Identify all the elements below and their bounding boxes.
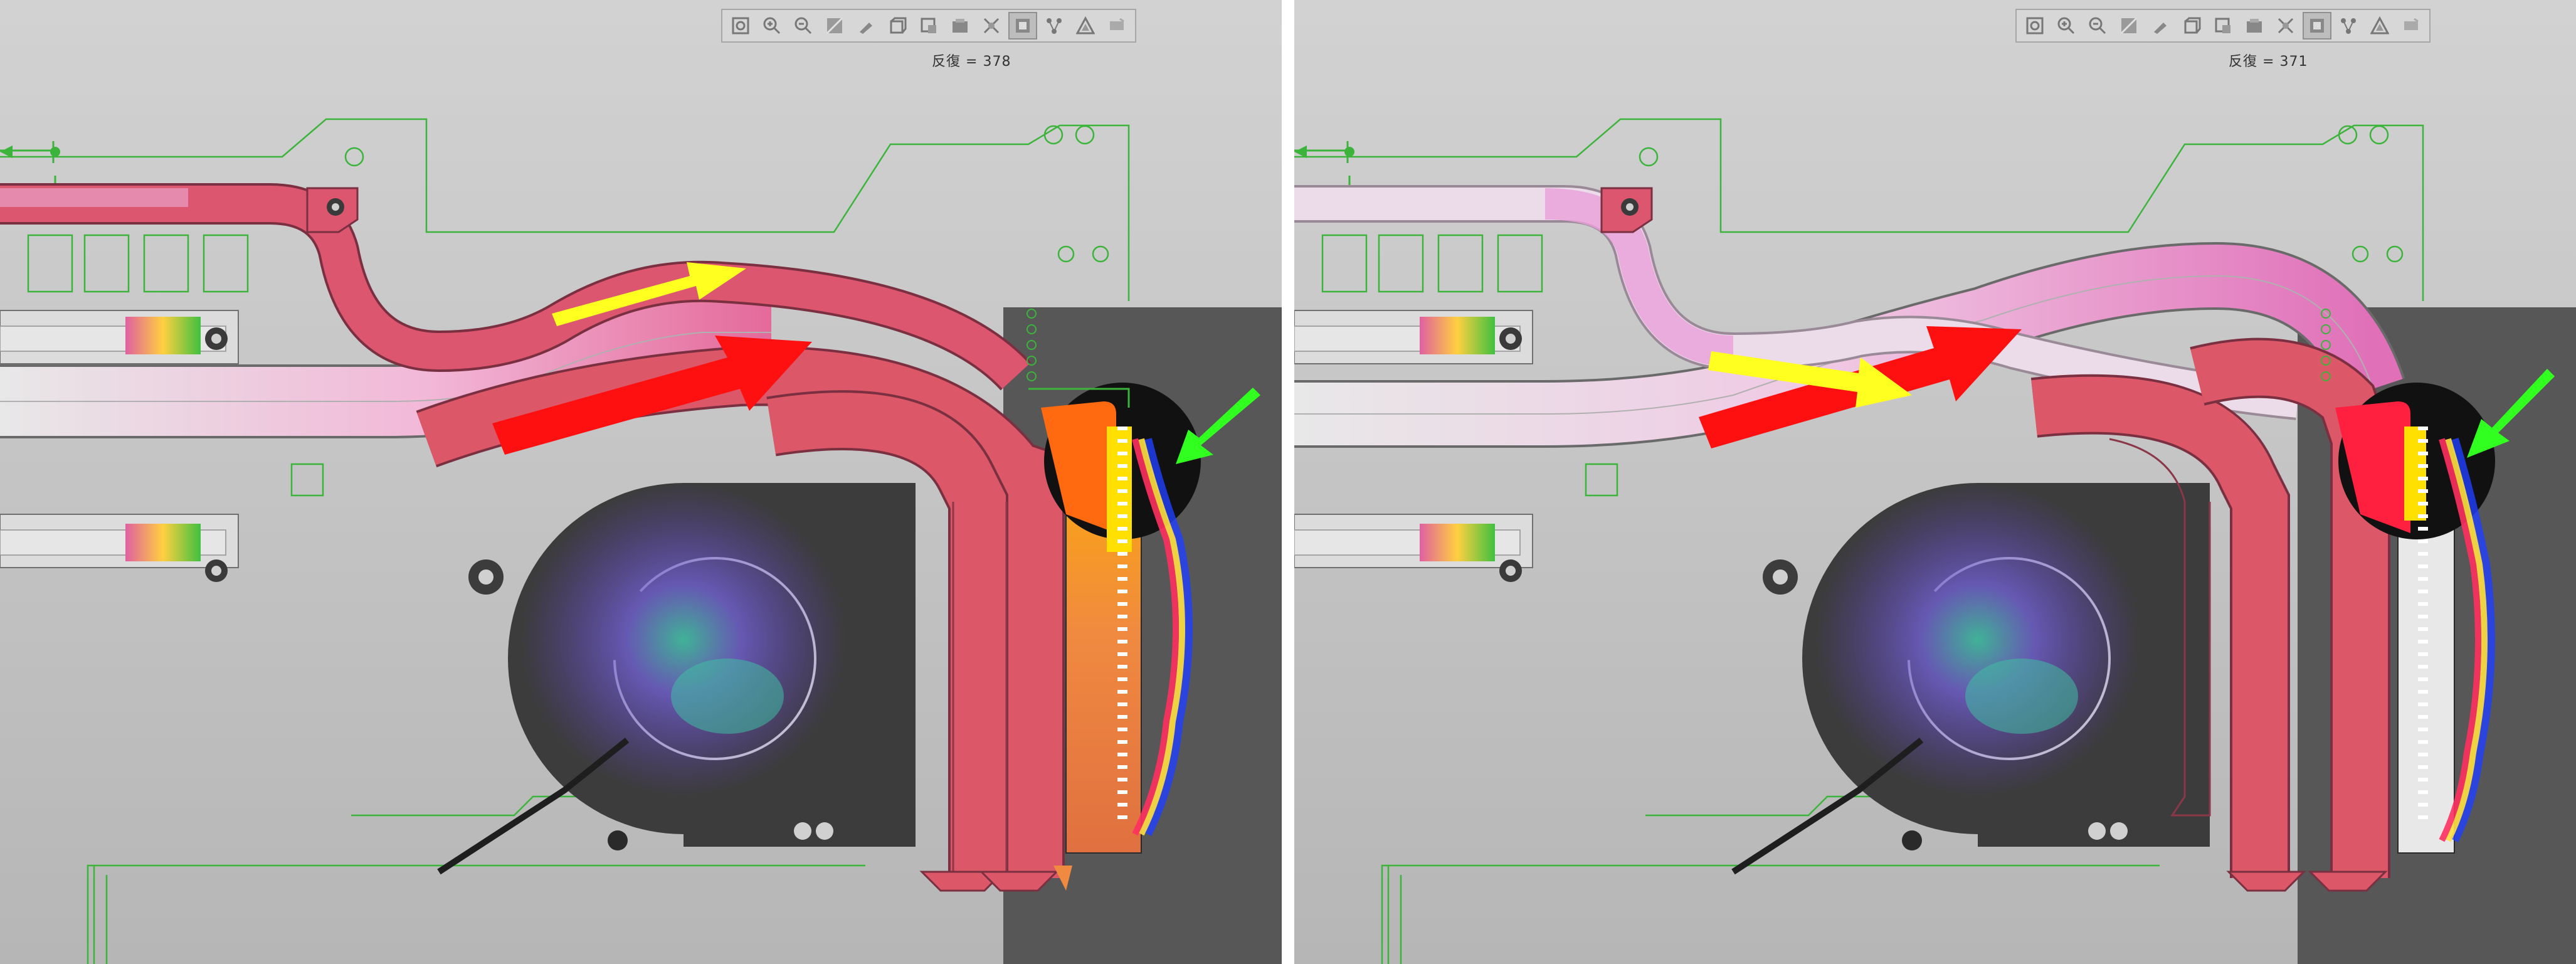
simulation-viewport-right[interactable]: 反復 = 371 [1294, 0, 2576, 964]
hide-show-icon[interactable] [977, 12, 1006, 40]
mesh-icon[interactable] [1071, 12, 1100, 40]
thermal-scene [0, 0, 1282, 964]
view-orientation-icon[interactable] [2177, 12, 2206, 40]
iteration-counter: 反復 = 371 [2229, 54, 2308, 70]
zoom-fit-icon[interactable] [2020, 12, 2049, 40]
pan-icon[interactable] [2146, 12, 2175, 40]
settings-icon[interactable] [1102, 12, 1131, 40]
section-view-icon[interactable] [914, 12, 943, 40]
display-style-icon[interactable] [2240, 12, 2269, 40]
pan-icon[interactable] [852, 12, 880, 40]
zoom-in-icon[interactable] [2052, 12, 2081, 40]
hide-show-icon[interactable] [2271, 12, 2300, 40]
view-orientation-icon[interactable] [883, 12, 912, 40]
zoom-fit-icon[interactable] [726, 12, 755, 40]
view-toolbar [2015, 9, 2431, 43]
panel-divider [1282, 0, 1294, 964]
display-style-icon[interactable] [946, 12, 974, 40]
thermal-scene [1294, 0, 2576, 964]
iteration-counter: 反復 = 378 [932, 54, 1011, 70]
zoom-box-icon[interactable] [820, 12, 849, 40]
zoom-in-icon[interactable] [757, 12, 786, 40]
iteration-value: 371 [2279, 54, 2308, 70]
settings-icon[interactable] [2397, 12, 2426, 40]
mesh-icon[interactable] [2365, 12, 2394, 40]
zoom-out-icon[interactable] [2083, 12, 2112, 40]
zoom-box-icon[interactable] [2114, 12, 2143, 40]
iteration-label: 反復 [932, 54, 961, 70]
simulation-viewport-left[interactable]: 反復 = 378 [0, 0, 1282, 964]
section-view-icon[interactable] [2209, 12, 2237, 40]
view-toolbar [721, 9, 1136, 43]
iteration-label: 反復 [2229, 54, 2258, 70]
measure-icon[interactable] [1040, 12, 1069, 40]
zoom-out-icon[interactable] [789, 12, 818, 40]
measure-icon[interactable] [2334, 12, 2363, 40]
iteration-value: 378 [983, 54, 1011, 70]
display-mode-icon[interactable] [2303, 12, 2331, 40]
display-mode-icon[interactable] [1008, 12, 1037, 40]
